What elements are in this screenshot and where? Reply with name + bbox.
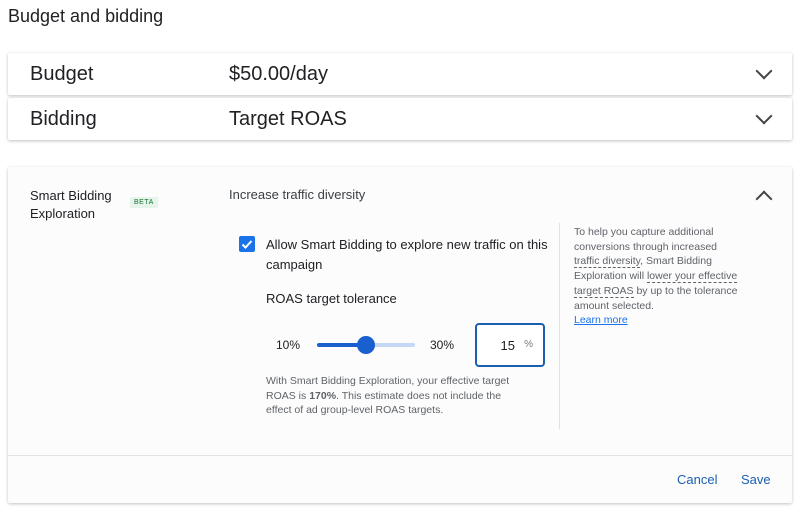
bidding-row[interactable]: Bidding Target ROAS: [8, 98, 792, 140]
slider-thumb[interactable]: [357, 336, 375, 354]
effective-roas-note: With Smart Bidding Exploration, your eff…: [266, 374, 516, 418]
slider-min-label: 10%: [276, 338, 301, 352]
explore-checkbox[interactable]: [239, 236, 255, 252]
budget-value: $50.00/day: [229, 63, 328, 85]
bidding-label: Bidding: [30, 108, 97, 130]
tolerance-input-value: 15: [500, 338, 515, 353]
tolerance-slider[interactable]: [317, 336, 415, 354]
exploration-panel: Smart Bidding Exploration BETA Increase …: [8, 167, 792, 503]
bidding-value: Target ROAS: [229, 108, 347, 130]
tolerance-label: ROAS target tolerance: [266, 291, 397, 306]
save-button[interactable]: Save: [741, 472, 771, 487]
chevron-up-icon[interactable]: [755, 190, 773, 208]
chevron-down-icon[interactable]: [755, 62, 773, 80]
explore-checkbox-label: Allow Smart Bidding to explore new traff…: [266, 237, 548, 272]
traffic-diversity-term[interactable]: traffic diversity: [574, 255, 641, 269]
budget-label: Budget: [30, 63, 94, 85]
budget-row[interactable]: Budget $50.00/day: [8, 53, 792, 95]
cancel-button[interactable]: Cancel: [677, 472, 717, 487]
help-text-part: To help you capture additional conversio…: [574, 226, 718, 253]
help-text: To help you capture additional conversio…: [574, 225, 744, 328]
tolerance-input[interactable]: 15 %: [475, 323, 545, 367]
divider: [559, 223, 560, 429]
section-title: Budget and bidding: [8, 6, 164, 26]
check-icon: [241, 240, 253, 249]
beta-badge: BETA: [130, 197, 158, 208]
exploration-label: Smart Bidding Exploration: [30, 188, 112, 221]
slider-max-label: 30%: [430, 338, 455, 352]
effective-roas-value: 170%: [309, 389, 337, 402]
exploration-heading: Increase traffic diversity: [229, 187, 366, 202]
percent-unit: %: [524, 339, 533, 350]
footer-divider: [8, 455, 792, 456]
learn-more-link[interactable]: Learn more: [574, 314, 628, 326]
chevron-down-icon[interactable]: [755, 107, 773, 125]
